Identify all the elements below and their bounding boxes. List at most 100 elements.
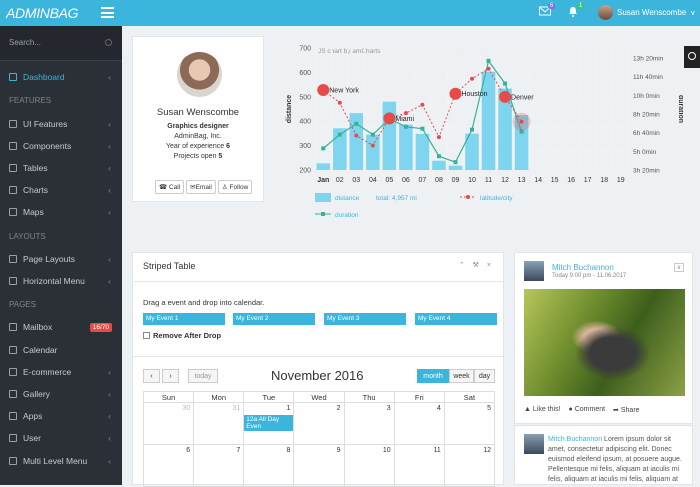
calendar-day[interactable]: 5: [443, 402, 496, 445]
calendar-day[interactable]: 8: [243, 444, 295, 487]
layers-icon: [9, 142, 17, 150]
search-input[interactable]: Search...: [9, 38, 41, 47]
duration-point[interactable]: [403, 124, 408, 129]
latitude-point[interactable]: [383, 112, 396, 125]
latitude-point[interactable]: [420, 102, 425, 107]
duration-point[interactable]: [370, 132, 375, 137]
latitude-point[interactable]: [436, 135, 441, 140]
sidebar-item-multi-level-menu[interactable]: Multi Level Menu ‹: [0, 451, 122, 471]
latitude-point[interactable]: [486, 66, 491, 71]
sidebar-item-label: Calendar: [23, 345, 58, 355]
sidebar-search[interactable]: Search...: [0, 26, 122, 61]
calendar-day[interactable]: 31: [193, 402, 245, 445]
sidebar-item-label: UI Features: [23, 119, 68, 129]
duration-point[interactable]: [321, 146, 326, 151]
x-tick-label: 02: [336, 177, 344, 184]
distance-bar[interactable]: [366, 134, 380, 170]
legend-duration[interactable]: duration: [335, 212, 359, 219]
distance-bar[interactable]: [481, 71, 496, 170]
checkbox[interactable]: [143, 332, 150, 339]
app-logo[interactable]: ADMINBAG: [6, 5, 79, 21]
mail-icon[interactable]: 6: [539, 3, 556, 18]
sidebar-item-charts[interactable]: Charts ‹: [0, 180, 122, 200]
sidebar-item-components[interactable]: Components ‹: [0, 136, 122, 156]
distance-bar[interactable]: [316, 163, 331, 170]
latitude-point[interactable]: [370, 143, 375, 148]
distance-bar[interactable]: [432, 160, 446, 170]
sidebar-item-page-layouts[interactable]: Page Layouts ‹: [0, 249, 122, 269]
settings-toggle[interactable]: [684, 46, 700, 68]
chevron-down-icon[interactable]: ∨: [674, 263, 684, 272]
legend-latitude[interactable]: latitude/city: [480, 195, 513, 202]
draggable-event[interactable]: My Event 1: [143, 313, 225, 325]
calendar-day[interactable]: 6: [142, 444, 195, 487]
author-name[interactable]: Mitch Buchannon: [552, 263, 614, 272]
sidebar-item-ui-features[interactable]: UI Features ‹: [0, 114, 122, 134]
latitude-point[interactable]: [499, 90, 512, 103]
commenter-name[interactable]: Mitch Buchannon: [548, 436, 602, 443]
call-button[interactable]: ☎ Call: [155, 180, 185, 194]
email-button[interactable]: ✉Email: [186, 180, 216, 194]
calendar-day[interactable]: 12: [443, 444, 496, 487]
distance-bar[interactable]: [382, 101, 397, 170]
sidebar-item-horizontal-menu[interactable]: Horizontal Menu ‹: [0, 271, 122, 291]
calendar-day[interactable]: 1 12a All Day Even: [243, 402, 295, 445]
month-view-button[interactable]: month: [417, 369, 449, 383]
latitude-point[interactable]: [317, 84, 330, 97]
calendar-day[interactable]: 4: [393, 402, 445, 445]
distance-bar[interactable]: [415, 133, 430, 170]
calendar-day[interactable]: 7: [193, 444, 245, 487]
calendar-day[interactable]: 11: [393, 444, 445, 487]
bell-icon[interactable]: 1: [568, 3, 585, 18]
latitude-point[interactable]: [337, 100, 342, 105]
sidebar-item-ecommerce[interactable]: E-commerce ‹: [0, 362, 122, 382]
user-menu[interactable]: Susan Wenscombe ∨: [598, 5, 695, 20]
latitude-point[interactable]: [354, 133, 359, 138]
sidebar-item-maps[interactable]: Maps ‹: [0, 202, 122, 222]
draggable-event[interactable]: My Event 2: [233, 313, 315, 325]
share-button[interactable]: ➦ Share: [613, 406, 640, 414]
duration-point[interactable]: [354, 121, 359, 126]
panel-tools[interactable]: ⌃ ⚒ ×: [459, 261, 494, 269]
distance-bar[interactable]: [349, 113, 364, 170]
like-button[interactable]: ▲ Like this!: [524, 406, 561, 414]
remove-after-drop[interactable]: Remove After Drop: [143, 331, 221, 340]
y-tick-label: 200: [299, 168, 311, 175]
calendar-day[interactable]: 9: [293, 444, 345, 487]
sidebar-item-tables[interactable]: Tables ‹: [0, 158, 122, 178]
duration-point[interactable]: [486, 58, 491, 63]
duration-point[interactable]: [503, 81, 508, 86]
calendar-day[interactable]: 3: [343, 402, 395, 445]
distance-bar[interactable]: [399, 124, 413, 170]
duration-point[interactable]: [420, 126, 425, 131]
week-view-button[interactable]: week: [449, 369, 474, 383]
prev-button[interactable]: ‹: [143, 369, 160, 383]
menu-toggle-icon[interactable]: [101, 7, 114, 18]
sidebar-item-apps[interactable]: Apps ‹: [0, 406, 122, 426]
latitude-point[interactable]: [470, 76, 474, 81]
calendar-day[interactable]: 2: [293, 402, 345, 445]
comment-button[interactable]: ● Comment: [569, 406, 606, 414]
calendar-event[interactable]: 12a All Day Even: [244, 415, 294, 431]
draggable-event[interactable]: My Event 4: [415, 313, 497, 325]
sidebar-item-gallery[interactable]: Gallery ‹: [0, 384, 122, 404]
calendar-day[interactable]: 30: [142, 402, 195, 445]
today-button[interactable]: today: [188, 369, 218, 383]
duration-point[interactable]: [470, 127, 474, 132]
latitude-point[interactable]: [403, 111, 408, 116]
calendar-day[interactable]: 10: [343, 444, 395, 487]
follow-button[interactable]: ♙ Follow: [217, 180, 253, 194]
draggable-event[interactable]: My Event 3: [324, 313, 406, 325]
duration-point[interactable]: [436, 154, 441, 159]
latitude-point[interactable]: [449, 87, 462, 100]
legend-distance[interactable]: distance: [335, 195, 360, 202]
sidebar-item-calendar[interactable]: Calendar: [0, 340, 122, 360]
sidebar-item-user[interactable]: User ‹: [0, 428, 122, 448]
sidebar-item-dashboard[interactable]: Dashboard ‹: [0, 67, 122, 87]
duration-point[interactable]: [337, 132, 342, 137]
distance-bar[interactable]: [448, 165, 463, 170]
duration-point[interactable]: [453, 160, 458, 165]
sidebar-item-mailbox[interactable]: Mailbox 16/70: [0, 317, 122, 337]
day-view-button[interactable]: day: [474, 369, 495, 383]
next-button[interactable]: ›: [162, 369, 179, 383]
